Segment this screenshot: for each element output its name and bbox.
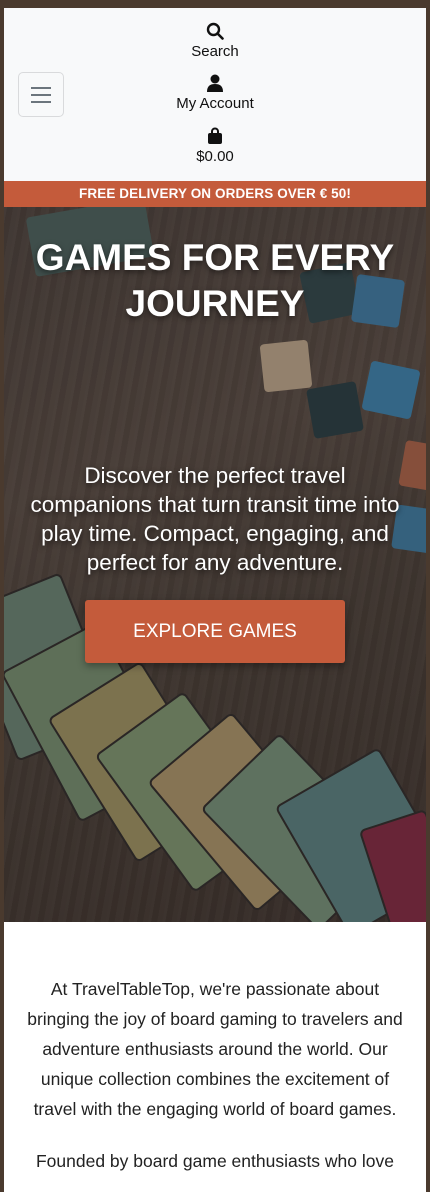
delivery-banner: FREE DELIVERY ON ORDERS OVER € 50! (4, 181, 426, 207)
hero-title: GAMES FOR EVERY JOURNEY (35, 237, 395, 324)
cart-total: $0.00 (196, 148, 234, 165)
search-label: Search (191, 43, 239, 60)
user-icon (4, 74, 426, 94)
shopping-bag-icon (4, 127, 426, 147)
hero-subtitle: Discover the perfect travel companions t… (30, 463, 400, 575)
about-section: At TravelTableTop, we're passionate abou… (4, 922, 426, 1176)
search-icon (4, 22, 426, 42)
page-frame: Search My Account $0.00 FREE DELIVERY ON… (4, 8, 426, 1192)
cart-link[interactable]: $0.00 (4, 127, 426, 165)
account-link[interactable]: My Account (4, 74, 426, 112)
hero-section: GAMES FOR EVERY JOURNEY Discover the per… (4, 207, 426, 922)
account-label: My Account (176, 95, 254, 112)
about-paragraph: At TravelTableTop, we're passionate abou… (27, 979, 403, 1119)
navbar: Search My Account $0.00 (4, 8, 426, 181)
about-paragraph: Founded by board game enthusiasts who lo… (35, 1151, 394, 1171)
search-link[interactable]: Search (4, 22, 426, 60)
explore-games-button[interactable]: EXPLORE GAMES (85, 600, 345, 663)
